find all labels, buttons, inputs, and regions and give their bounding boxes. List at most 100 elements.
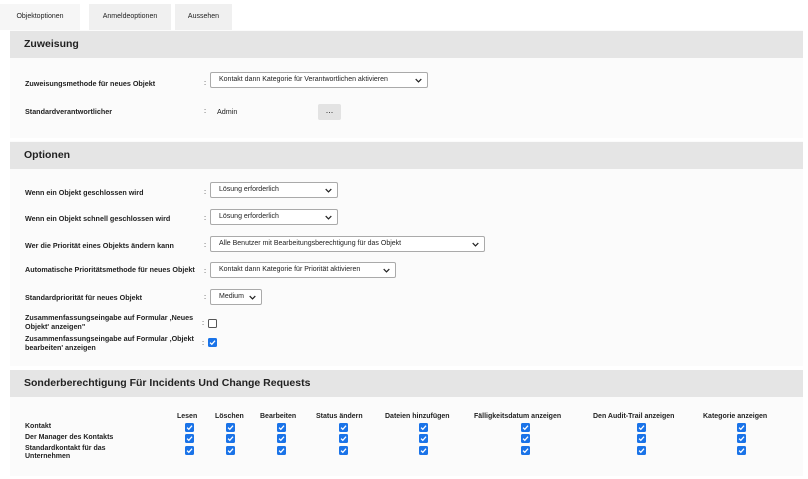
permission-checkbox[interactable] (737, 423, 746, 432)
default-priority-select[interactable]: Medium (210, 289, 262, 305)
colon: : (202, 338, 205, 347)
permission-checkbox[interactable] (185, 434, 194, 443)
permission-checkbox[interactable] (521, 446, 530, 455)
assignment-method-select[interactable]: Kontakt dann Kategorie für Verantwortlic… (210, 72, 428, 88)
quick-closed-value: Lösung erforderlich (219, 213, 279, 220)
permission-row-contact-label: Kontakt (25, 423, 52, 430)
tab-objektoptionen[interactable]: Objektoptionen (0, 4, 80, 30)
checkmark-icon (638, 436, 645, 442)
checkmark-icon (738, 448, 745, 454)
default-priority-label: Standardpriorität für neues Objekt (25, 293, 143, 302)
checkmark-icon (420, 425, 427, 431)
permission-checkbox[interactable] (339, 423, 348, 432)
priority-change-select[interactable]: Alle Benutzer mit Bearbeitungsberechtigu… (210, 236, 485, 252)
column-header-read: Lesen (177, 413, 198, 420)
checkmark-icon (278, 436, 285, 442)
permission-checkbox[interactable] (277, 423, 286, 432)
priority-change-label: Wer die Priorität eines Objekts ändern k… (25, 241, 174, 250)
summary-new-checkbox[interactable] (208, 319, 217, 328)
colon: : (204, 187, 207, 196)
tab-anmeldeoptionen[interactable]: Anmeldeoptionen (89, 4, 171, 30)
column-header-audit-trail: Den Audit-Trail anzeigen (593, 413, 675, 420)
tab-bar: Objektoptionen Anmeldeoptionen Aussehen (0, 0, 808, 30)
quick-closed-select[interactable]: Lösung erforderlich (210, 209, 338, 225)
default-owner-value: Admin (217, 107, 238, 116)
tab-aussehen[interactable]: Aussehen (175, 4, 232, 30)
checkmark-icon (186, 448, 193, 454)
permission-checkbox[interactable] (521, 434, 530, 443)
permission-checkbox[interactable] (277, 446, 286, 455)
permission-checkbox[interactable] (637, 423, 646, 432)
options-panel (10, 141, 803, 366)
default-priority-value: Medium (219, 293, 244, 300)
summary-edit-label: Zusammenfassungseingabe auf Formular ‚Ob… (25, 334, 194, 352)
chevron-down-icon (325, 215, 332, 220)
checkmark-icon (420, 448, 427, 454)
checkmark-icon (186, 425, 193, 431)
summary-new-label: Zusammenfassungseingabe auf Formular ‚Ne… (25, 313, 194, 331)
permission-checkbox[interactable] (419, 434, 428, 443)
column-header-due-date: Fälligkeitsdatum anzeigen (474, 413, 562, 420)
permission-checkbox[interactable] (226, 434, 235, 443)
checkmark-icon (227, 448, 234, 454)
closed-label: Wenn ein Objekt geschlossen wird (25, 188, 144, 197)
permission-checkbox[interactable] (419, 446, 428, 455)
permission-checkbox[interactable] (637, 446, 646, 455)
colon: : (202, 318, 205, 327)
checkmark-icon (340, 425, 347, 431)
browse-owner-button[interactable]: ... (318, 104, 341, 120)
permission-row-manager-label: Der Manager des Kontakts (25, 434, 114, 441)
permission-checkbox[interactable] (521, 423, 530, 432)
permission-checkbox[interactable] (185, 423, 194, 432)
default-owner-label: Standardverantwortlicher (25, 107, 113, 116)
chevron-down-icon (472, 242, 479, 247)
column-header-edit: Bearbeiten (260, 413, 297, 420)
permission-checkbox[interactable] (339, 434, 348, 443)
auto-priority-select[interactable]: Kontakt dann Kategorie für Priorität akt… (210, 262, 396, 278)
permissions-section-title: Sonderberechtigung Für Incidents Und Cha… (10, 370, 803, 397)
permission-checkbox[interactable] (226, 423, 235, 432)
checkmark-icon (340, 448, 347, 454)
permission-checkbox[interactable] (185, 446, 194, 455)
permission-checkbox[interactable] (339, 446, 348, 455)
column-header-delete: Löschen (215, 413, 244, 420)
colon: : (204, 266, 207, 275)
checkmark-icon (227, 436, 234, 442)
chevron-down-icon (415, 78, 422, 83)
checkmark-icon (278, 425, 285, 431)
options-section-title: Optionen (10, 142, 803, 169)
quick-closed-label: Wenn ein Objekt schnell geschlossen wird (25, 214, 171, 223)
column-header-category: Kategorie anzeigen (703, 413, 768, 420)
chevron-down-icon (383, 268, 390, 273)
checkmark-icon (278, 448, 285, 454)
assignment-section-title: Zuweisung (10, 31, 803, 58)
colon: : (204, 292, 207, 301)
chevron-down-icon (249, 295, 256, 300)
checkmark-icon (638, 425, 645, 431)
checkmark-icon (227, 425, 234, 431)
checkmark-icon (522, 425, 529, 431)
priority-change-value: Alle Benutzer mit Bearbeitungsberechtigu… (219, 240, 402, 247)
assignment-method-label: Zuweisungsmethode für neues Objekt (25, 79, 156, 88)
permission-checkbox[interactable] (226, 446, 235, 455)
checkmark-icon (738, 436, 745, 442)
summary-edit-checkbox[interactable] (208, 338, 217, 347)
permission-checkbox[interactable] (419, 423, 428, 432)
permission-checkbox[interactable] (277, 434, 286, 443)
colon: : (204, 240, 207, 249)
column-header-change-status: Status ändern (316, 413, 363, 420)
permission-checkbox[interactable] (637, 434, 646, 443)
checkmark-icon (738, 425, 745, 431)
colon: : (204, 78, 207, 87)
closed-select[interactable]: Lösung erforderlich (210, 182, 338, 198)
auto-priority-value: Kontakt dann Kategorie für Priorität akt… (219, 266, 361, 273)
permission-checkbox[interactable] (737, 434, 746, 443)
checkmark-icon (522, 448, 529, 454)
checkmark-icon (522, 436, 529, 442)
assignment-method-value: Kontakt dann Kategorie für Verantwortlic… (219, 76, 388, 83)
checkmark-icon (209, 340, 216, 346)
chevron-down-icon (325, 188, 332, 193)
checkmark-icon (186, 436, 193, 442)
colon: : (204, 213, 207, 222)
permission-checkbox[interactable] (737, 446, 746, 455)
